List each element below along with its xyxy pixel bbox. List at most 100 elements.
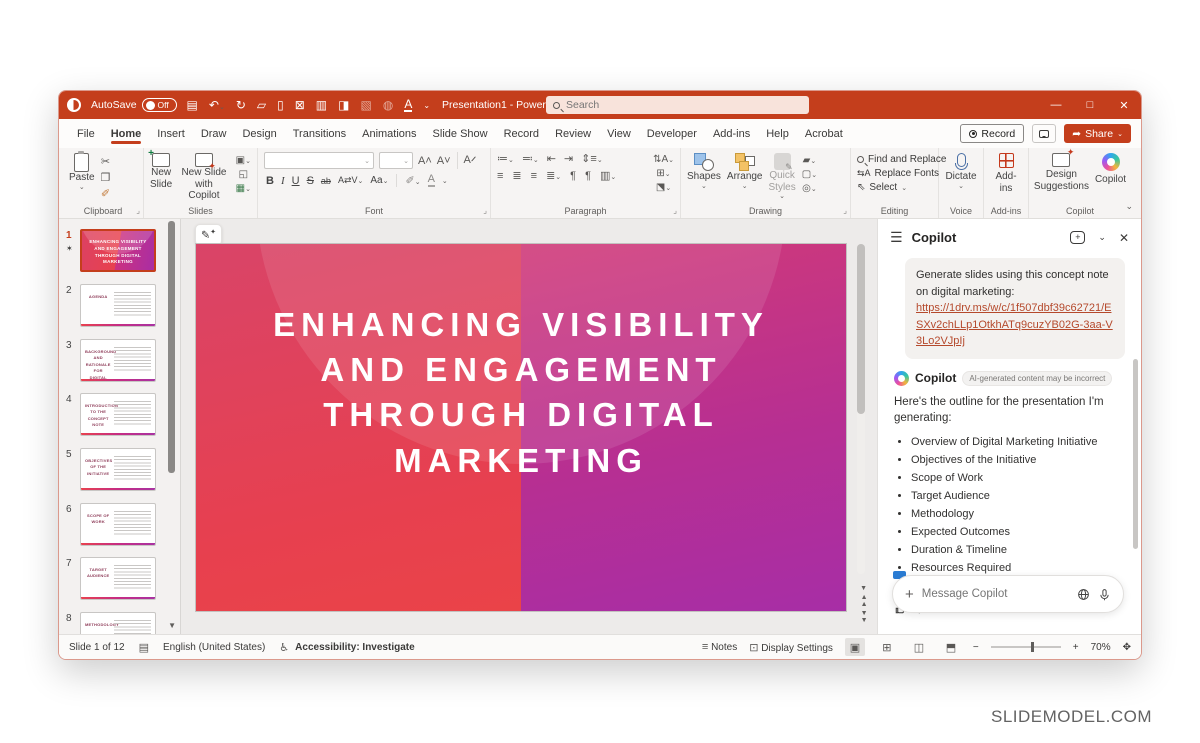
zoom-level[interactable]: 70% bbox=[1091, 642, 1111, 653]
tab-add-ins[interactable]: Add-ins bbox=[705, 122, 758, 145]
ltr-icon[interactable]: ¶ bbox=[570, 170, 576, 182]
text-shadow-button[interactable]: ab bbox=[321, 176, 331, 186]
thumbnail-slide-4[interactable]: INTRODUCTION TO THE CONCEPT NOTE bbox=[80, 393, 156, 436]
font-size-select[interactable]: ⌄ bbox=[379, 152, 413, 169]
copilot-scrollbar[interactable] bbox=[1133, 359, 1138, 549]
tab-design[interactable]: Design bbox=[234, 122, 284, 145]
next-slide-button[interactable]: ▼▼ bbox=[861, 610, 867, 624]
thumbnail-slide-3[interactable]: BACKGROUND AND RATIONALE FOR DIGITAL MAR… bbox=[80, 339, 156, 382]
font-name-select[interactable]: ⌄ bbox=[264, 152, 374, 169]
tab-draw[interactable]: Draw bbox=[193, 122, 235, 145]
menu-icon[interactable]: ☰ bbox=[890, 229, 903, 246]
normal-view-button[interactable]: ▣ bbox=[845, 638, 865, 656]
email-icon[interactable]: ⊠ bbox=[295, 98, 305, 112]
tab-insert[interactable]: Insert bbox=[149, 122, 193, 145]
accessibility-status[interactable]: Accessibility: Investigate bbox=[295, 642, 415, 653]
thumbnail-slide-1[interactable]: ENHANCING VISIBILITY AND ENGAGEMENT THRO… bbox=[80, 229, 156, 272]
tab-acrobat[interactable]: Acrobat bbox=[797, 122, 851, 145]
shape-outline-icon[interactable]: ▢⌄ bbox=[802, 169, 817, 180]
zoom-slider-thumb[interactable] bbox=[1031, 642, 1034, 652]
print-icon[interactable]: ▥ bbox=[316, 98, 327, 112]
paragraph-dialog-launcher[interactable]: ⌟ bbox=[673, 206, 677, 215]
thumbnail-slide-8[interactable]: METHODOLOGY bbox=[80, 612, 156, 634]
redo-icon[interactable]: ↻ bbox=[236, 98, 246, 112]
thumbnail-slide-5[interactable]: OBJECTIVES OF THE INITIATIVE bbox=[80, 448, 156, 491]
tab-view[interactable]: View bbox=[599, 122, 639, 145]
replace-fonts-button[interactable]: ⇆A Replace Fonts bbox=[857, 168, 932, 179]
shapes-button[interactable]: Shapes⌄ bbox=[687, 153, 721, 201]
close-panel-icon[interactable]: ✕ bbox=[1119, 231, 1129, 245]
reading-view-button[interactable]: ◫ bbox=[909, 638, 929, 656]
highlight-color-icon[interactable]: ✐⌄ bbox=[405, 174, 420, 187]
start-slideshow-icon[interactable]: ◨ bbox=[338, 98, 349, 112]
increase-font-size-icon[interactable]: A˄ bbox=[418, 155, 432, 167]
tab-record[interactable]: Record bbox=[496, 122, 547, 145]
chevron-down-icon[interactable]: ⌄ bbox=[1098, 232, 1106, 243]
tab-developer[interactable]: Developer bbox=[639, 122, 705, 145]
close-button[interactable]: ✕ bbox=[1107, 91, 1141, 119]
new-document-icon[interactable]: ▯ bbox=[277, 98, 284, 112]
character-spacing-button[interactable]: A⇄V⌄ bbox=[338, 175, 363, 186]
comments-button[interactable] bbox=[1032, 124, 1056, 143]
convert-smartart-icon[interactable]: ⬔⌄ bbox=[656, 182, 671, 193]
display-settings-button[interactable]: ⊡ Display Settings bbox=[749, 641, 833, 654]
new-slide-with-copilot-button[interactable]: ✦ New Slide with Copilot bbox=[178, 153, 229, 202]
underline-button[interactable]: U bbox=[292, 175, 300, 187]
share-button[interactable]: ➦ Share ⌄ bbox=[1064, 124, 1131, 143]
attach-plus-icon[interactable]: + bbox=[905, 586, 914, 603]
font-dialog-launcher[interactable]: ⌟ bbox=[483, 206, 487, 215]
thumbnail-slide-7[interactable]: TARGET AUDIENCE bbox=[80, 557, 156, 600]
change-case-button[interactable]: Aa⌄ bbox=[370, 175, 388, 186]
slideshow-view-button[interactable]: ⬒ bbox=[941, 638, 961, 656]
record-button[interactable]: Record bbox=[960, 124, 1024, 143]
spell-check-icon[interactable]: ▤ bbox=[139, 641, 149, 654]
design-suggestions-button[interactable]: Design Suggestions bbox=[1034, 153, 1089, 192]
copilot-message-input[interactable] bbox=[922, 588, 1069, 600]
new-chat-icon[interactable]: + bbox=[1070, 231, 1085, 244]
search-box[interactable] bbox=[546, 96, 809, 114]
search-input[interactable] bbox=[566, 99, 802, 111]
font-color-button[interactable]: A bbox=[428, 174, 435, 187]
autosave-toggle[interactable]: Off bbox=[142, 98, 177, 112]
columns-icon[interactable]: ▥⌄ bbox=[600, 169, 616, 182]
arrange-button[interactable]: Arrange⌄ bbox=[727, 153, 763, 201]
maximize-button[interactable]: □ bbox=[1073, 91, 1107, 119]
drawing-dialog-launcher[interactable]: ⌟ bbox=[843, 206, 847, 215]
align-text-icon[interactable]: ⊞⌄ bbox=[656, 168, 670, 179]
collapse-ribbon-icon[interactable]: ⌄ bbox=[1125, 201, 1133, 212]
rtl-icon[interactable]: ¶ bbox=[585, 170, 591, 182]
designer-button[interactable]: ✎✦ bbox=[195, 224, 222, 246]
slide-canvas[interactable]: ENHANCING VISIBILITY AND ENGAGEMENT THRO… bbox=[196, 244, 846, 611]
shape-effects-icon[interactable]: ◎⌄ bbox=[802, 183, 817, 194]
bullets-icon[interactable]: ≔⌄ bbox=[497, 152, 514, 165]
align-left-icon[interactable]: ≡ bbox=[497, 170, 503, 182]
reset-slide-icon[interactable]: ◱ bbox=[239, 169, 248, 180]
clear-formatting-icon[interactable]: A𝄍 bbox=[464, 154, 477, 167]
tab-transitions[interactable]: Transitions bbox=[285, 122, 354, 145]
dictate-button[interactable]: Dictate⌄ bbox=[945, 153, 976, 191]
notes-button[interactable]: ≡ Notes bbox=[702, 641, 737, 653]
select-button[interactable]: ⇖ Select⌄ bbox=[857, 182, 932, 193]
scroll-down-icon[interactable]: ▼ bbox=[860, 585, 867, 592]
font-color-icon[interactable]: A bbox=[404, 98, 412, 112]
copilot-button[interactable]: Copilot bbox=[1095, 153, 1126, 192]
thumbnail-slide-6[interactable]: SCOPE OF WORK bbox=[80, 503, 156, 546]
section-icon[interactable]: ▦⌄ bbox=[236, 183, 251, 194]
clipboard-dialog-launcher[interactable]: ⌟ bbox=[136, 206, 140, 215]
italic-button[interactable]: I bbox=[281, 175, 285, 187]
justify-icon[interactable]: ≣⌄ bbox=[546, 169, 561, 182]
decrease-font-size-icon[interactable]: A˅ bbox=[437, 155, 451, 167]
slide-scrollbar[interactable] bbox=[857, 244, 865, 574]
undo-icon[interactable]: ↶⌄ bbox=[209, 98, 225, 112]
copilot-message-box[interactable]: + bbox=[892, 575, 1124, 613]
zoom-out-button[interactable]: − bbox=[973, 642, 979, 653]
format-painter-icon[interactable]: ✐ bbox=[101, 187, 110, 200]
align-right-icon[interactable]: ≡ bbox=[531, 170, 537, 182]
copy-icon[interactable]: ❐ bbox=[101, 171, 111, 184]
tab-file[interactable]: File bbox=[69, 122, 103, 145]
tab-review[interactable]: Review bbox=[547, 122, 599, 145]
fit-to-window-icon[interactable]: ✥ bbox=[1123, 642, 1131, 653]
comment-icon[interactable]: ◍ bbox=[383, 98, 393, 112]
line-spacing-icon[interactable]: ⇕≡⌄ bbox=[581, 152, 603, 165]
concept-note-link[interactable]: https://1drv.ms/w/c/1f507dbf39c62721/ESX… bbox=[916, 302, 1113, 347]
